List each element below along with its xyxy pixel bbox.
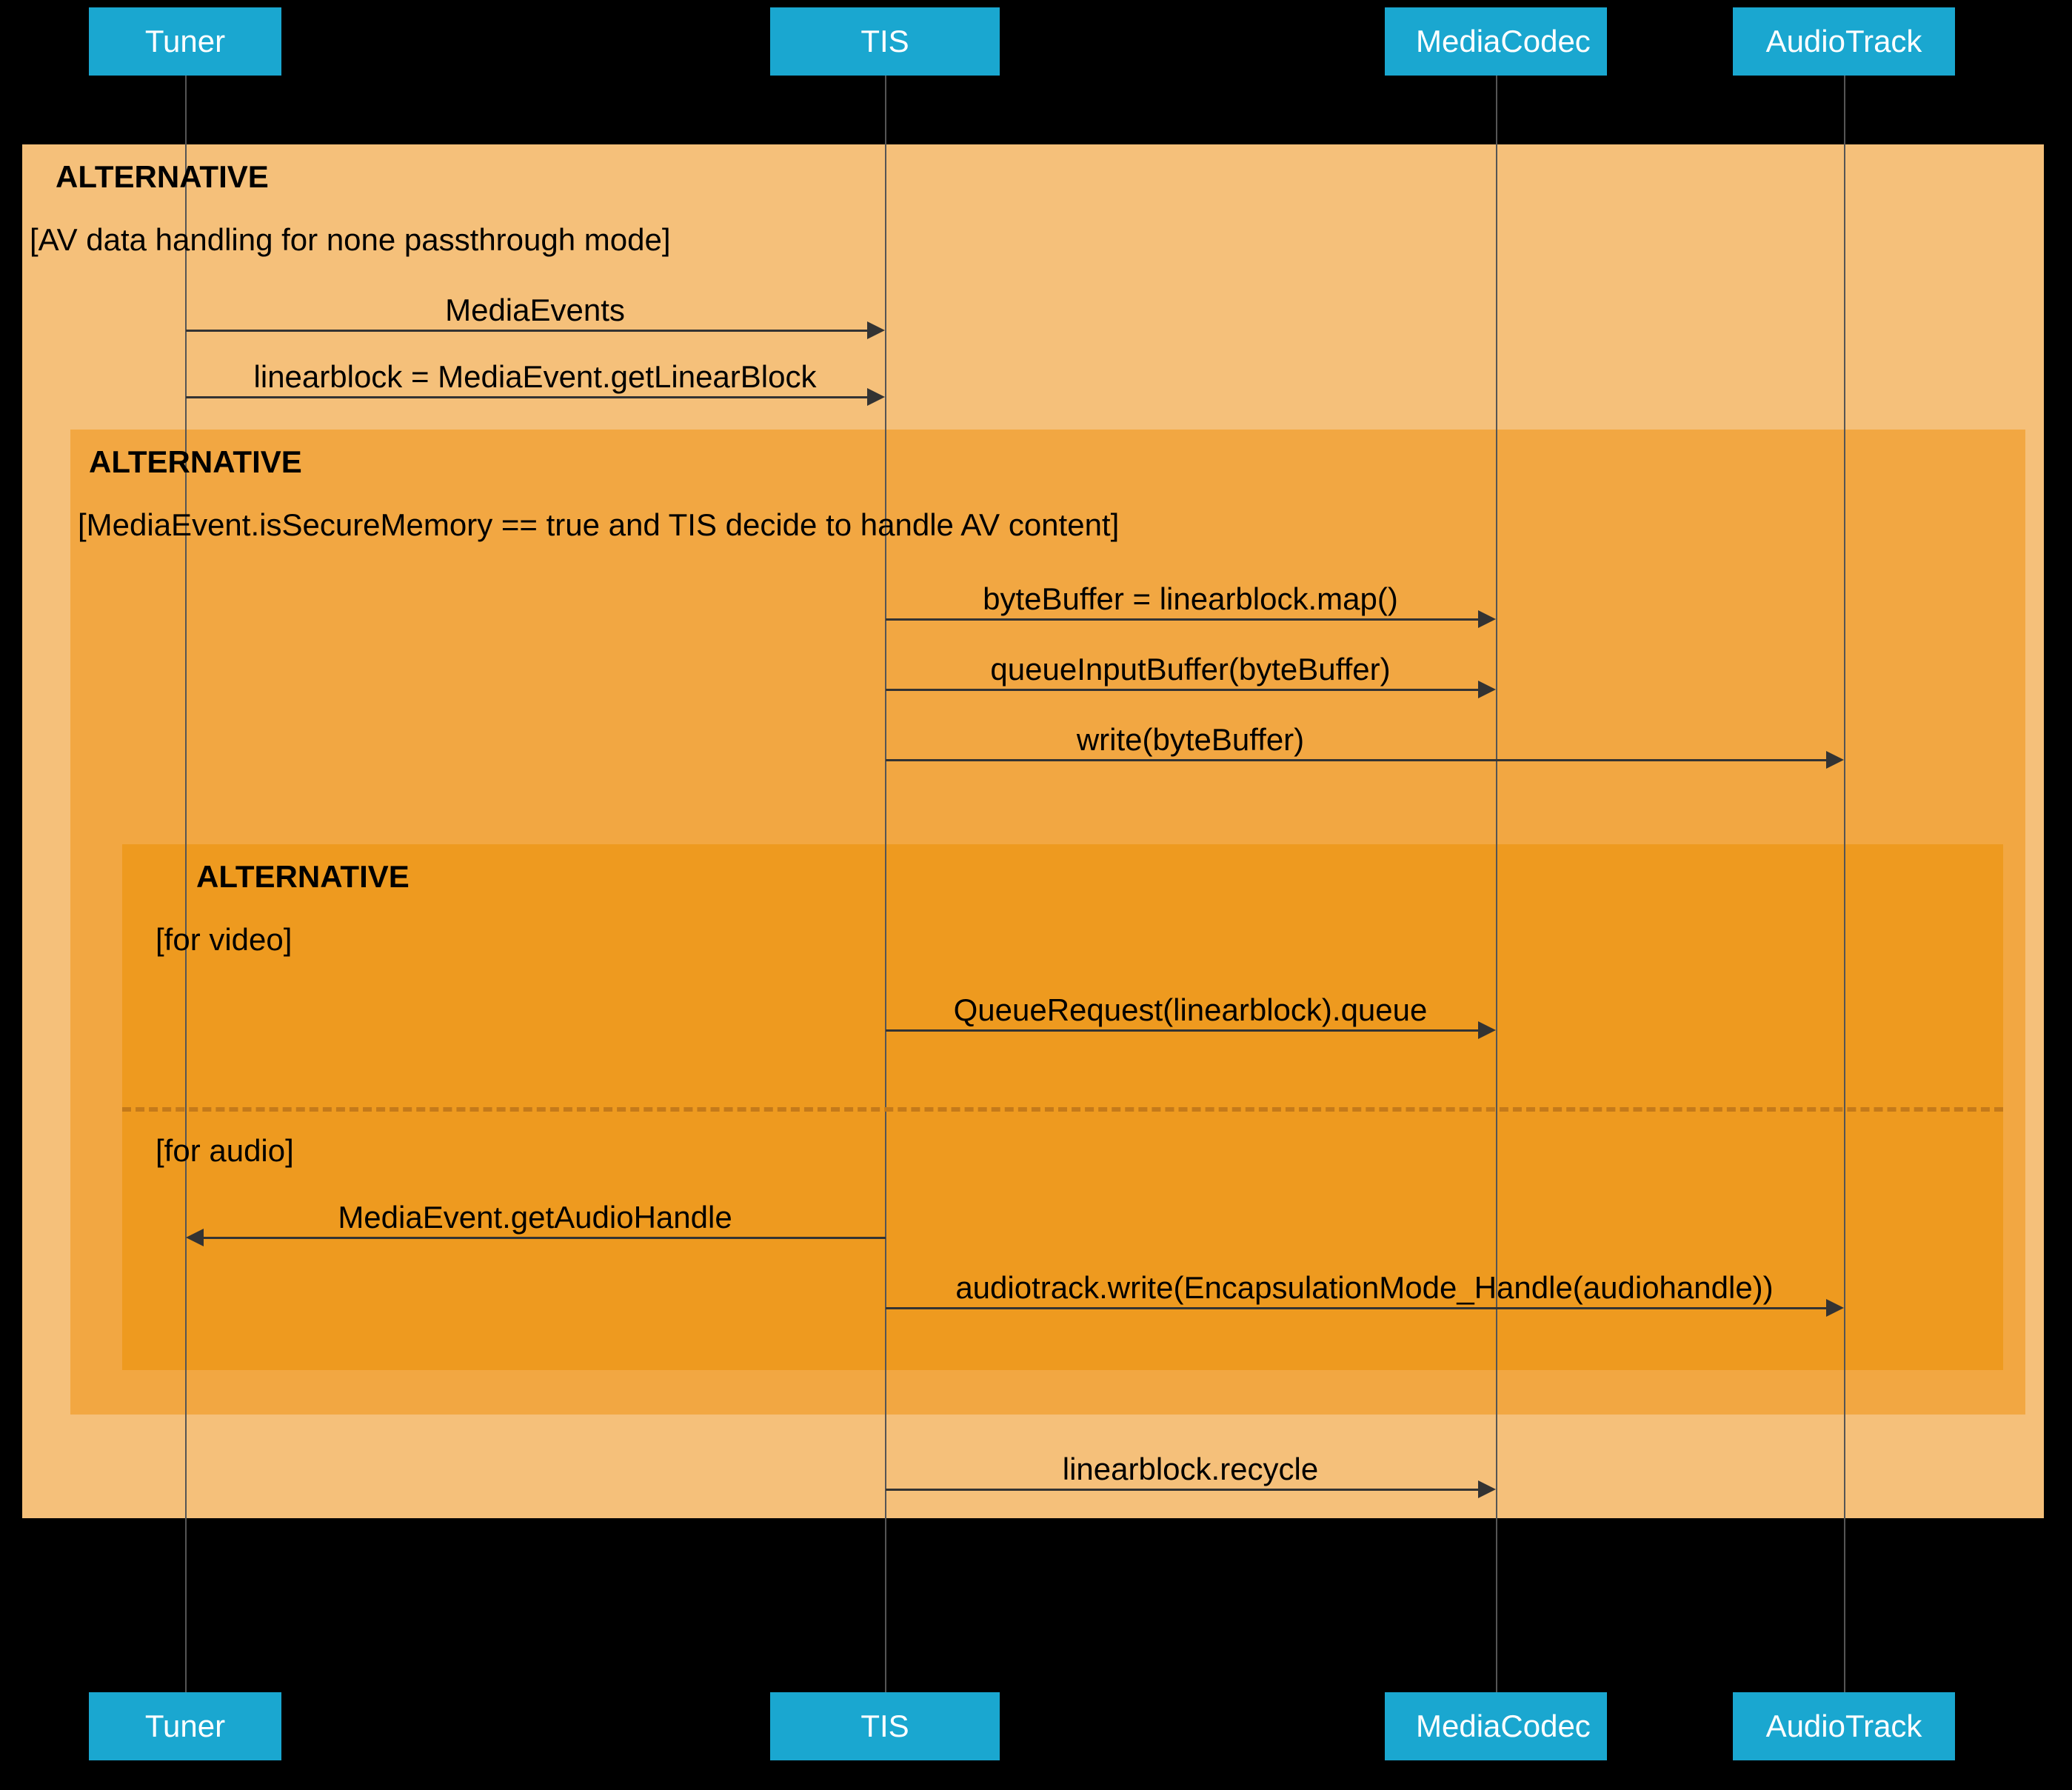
alt2-guard: [MediaEvent.isSecureMemory == true and T… <box>78 507 1119 543</box>
msg-recycle-label: linearblock.recycle <box>885 1452 1496 1487</box>
alt1-guard: [AV data handling for none passthrough m… <box>30 222 671 258</box>
lifeline-tuner-overlay <box>185 144 187 1518</box>
msg-audiowrite-arrow <box>1826 1299 1844 1317</box>
lifeline-mediacodec-overlay <box>1496 144 1497 1518</box>
msg-getlinearblock-label: linearblock = MediaEvent.getLinearBlock <box>185 359 885 395</box>
actor-tis-bottom: TIS <box>770 1692 1000 1760</box>
msg-queuereq-label: QueueRequest(linearblock).queue <box>885 992 1496 1028</box>
msg-queueinput-label: queueInputBuffer(byteBuffer) <box>885 652 1496 687</box>
alt1-label: ALTERNATIVE <box>56 159 269 195</box>
msg-queuereq-line <box>886 1029 1478 1032</box>
alt3-label: ALTERNATIVE <box>196 859 410 895</box>
msg-getaudiohandle-label: MediaEvent.getAudioHandle <box>185 1200 885 1235</box>
alt3-separator <box>122 1107 2003 1112</box>
actor-tuner-top: Tuner <box>89 7 281 76</box>
msg-mediaevents-arrow <box>867 321 885 339</box>
msg-mediaevents-line <box>186 330 867 332</box>
lifeline-tis-overlay <box>885 144 886 1518</box>
msg-getlinearblock-arrow <box>867 388 885 406</box>
msg-writebuf-label: write(byteBuffer) <box>885 722 1496 758</box>
actor-mediacodec-bottom: MediaCodec <box>1385 1692 1607 1760</box>
msg-writebuf-line <box>886 759 1826 761</box>
msg-queueinput-arrow <box>1478 681 1496 698</box>
lifeline-audiotrack-overlay <box>1844 144 1845 1518</box>
actor-mediacodec-top: MediaCodec <box>1385 7 1607 76</box>
msg-audiowrite-label: audiotrack.write(EncapsulationMode_Handl… <box>885 1270 1844 1306</box>
actor-tuner-bottom: Tuner <box>89 1692 281 1760</box>
msg-map-line <box>886 618 1478 621</box>
alt2-label: ALTERNATIVE <box>89 444 302 480</box>
msg-queuereq-arrow <box>1478 1021 1496 1039</box>
msg-queueinput-line <box>886 689 1478 691</box>
msg-getaudiohandle-arrow <box>186 1229 204 1246</box>
sequence-diagram: ALTERNATIVE [AV data handling for none p… <box>0 0 2072 1790</box>
msg-recycle-line <box>886 1489 1478 1491</box>
actor-audiotrack-bottom: AudioTrack <box>1733 1692 1955 1760</box>
msg-getlinearblock-line <box>186 396 867 398</box>
alt3-guard-a: [for video] <box>156 922 292 958</box>
alt3-guard-b: [for audio] <box>156 1133 294 1169</box>
msg-audiowrite-line <box>886 1307 1826 1309</box>
msg-recycle-arrow <box>1478 1480 1496 1498</box>
msg-map-arrow <box>1478 610 1496 628</box>
msg-writebuf-arrow <box>1826 751 1844 769</box>
msg-getaudiohandle-line <box>204 1237 886 1239</box>
actor-audiotrack-top: AudioTrack <box>1733 7 1955 76</box>
msg-map-label: byteBuffer = linearblock.map() <box>885 581 1496 617</box>
actor-tis-top: TIS <box>770 7 1000 76</box>
msg-mediaevents-label: MediaEvents <box>185 293 885 328</box>
